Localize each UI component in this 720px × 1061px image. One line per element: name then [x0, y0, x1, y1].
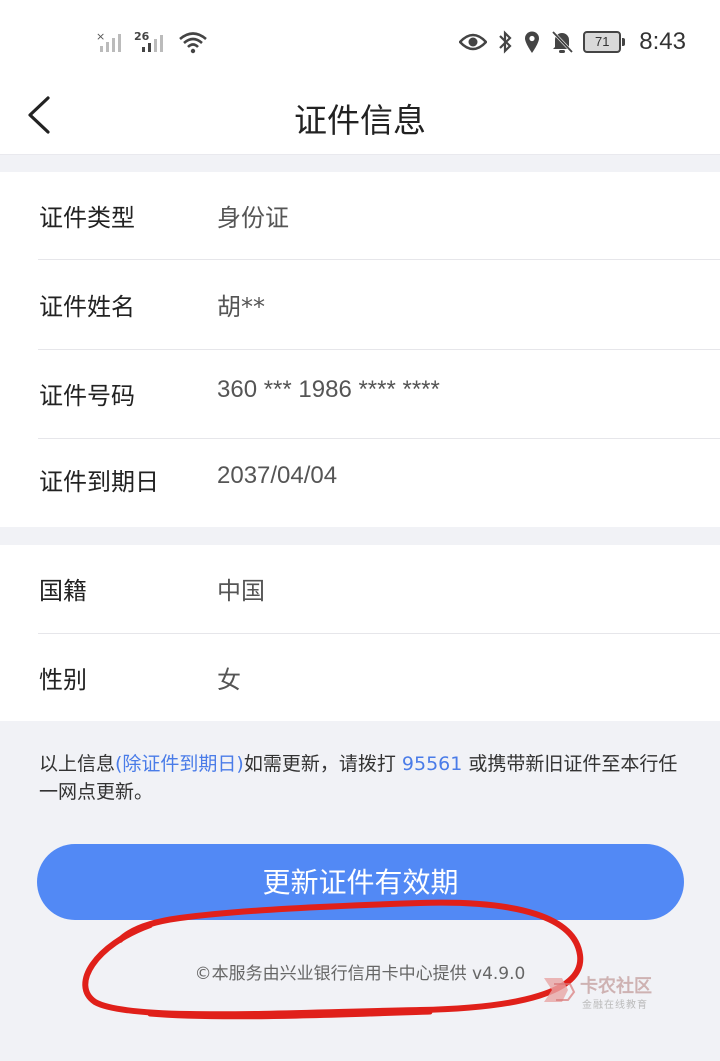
id-number-row: 证件号码 360 *** 1986 **** **** [0, 350, 720, 438]
gender-row: 性别 女 [0, 634, 720, 722]
nav-bar: 证件信息 [0, 88, 720, 155]
id-expiry-label: 证件到期日 [39, 468, 159, 496]
signal-icon: × [96, 30, 121, 52]
status-bar: × 26 71 8:43 [0, 0, 720, 88]
system-indicators: 71 8:43 [459, 28, 686, 56]
update-notice: 以上信息(除证件到期日)如需更新，请拨打 95561 或携带新旧证件至本行任一网… [39, 750, 689, 806]
bluetooth-icon [499, 30, 512, 54]
id-name-label: 证件姓名 [39, 293, 135, 321]
location-icon [525, 31, 540, 53]
status-time: 8:43 [639, 28, 686, 55]
watermark-subtitle: 金融在线教育 [582, 1000, 648, 1011]
id-type-row: 证件类型 身份证 [0, 172, 720, 260]
nationality-value: 中国 [217, 577, 265, 605]
network-indicators: × 26 [96, 30, 208, 54]
mute-bell-icon [552, 30, 574, 54]
id-number-value: 360 *** 1986 **** **** [217, 376, 440, 403]
divider [38, 259, 720, 260]
battery-icon: 71 [583, 31, 626, 53]
id-info-card: 证件类型 身份证 证件姓名 胡** 证件号码 360 *** 1986 ****… [0, 172, 720, 527]
eye-icon [459, 33, 488, 51]
signal-icon: 26 [134, 30, 163, 52]
id-type-value: 身份证 [217, 204, 289, 232]
page-title: 证件信息 [294, 101, 426, 140]
svg-text:26: 26 [134, 30, 150, 43]
nationality-label: 国籍 [39, 577, 87, 605]
id-expiry-row: 证件到期日 2037/04/04 [0, 436, 720, 524]
id-type-label: 证件类型 [39, 204, 135, 232]
id-name-value: 胡** [217, 293, 265, 321]
notice-highlight: (除证件到期日) [115, 753, 244, 775]
wifi-icon [179, 32, 207, 54]
notice-text: 以上信息 [39, 753, 116, 775]
id-number-label: 证件号码 [39, 382, 135, 410]
update-expiry-button[interactable]: 更新证件有效期 [37, 844, 684, 920]
gender-label: 性别 [39, 666, 87, 694]
id-expiry-value: 2037/04/04 [217, 462, 338, 489]
watermark-title: 卡农社区 [580, 976, 652, 997]
id-name-row: 证件姓名 胡** [0, 261, 720, 349]
personal-info-card: 国籍 中国 性别 女 [0, 545, 720, 721]
svg-text:×: × [96, 30, 105, 43]
nationality-row: 国籍 中国 [0, 545, 720, 633]
notice-text: 如需更新，请拨打 [243, 753, 402, 775]
hotline-link[interactable]: 95561 [402, 753, 462, 775]
gender-value: 女 [217, 666, 241, 694]
